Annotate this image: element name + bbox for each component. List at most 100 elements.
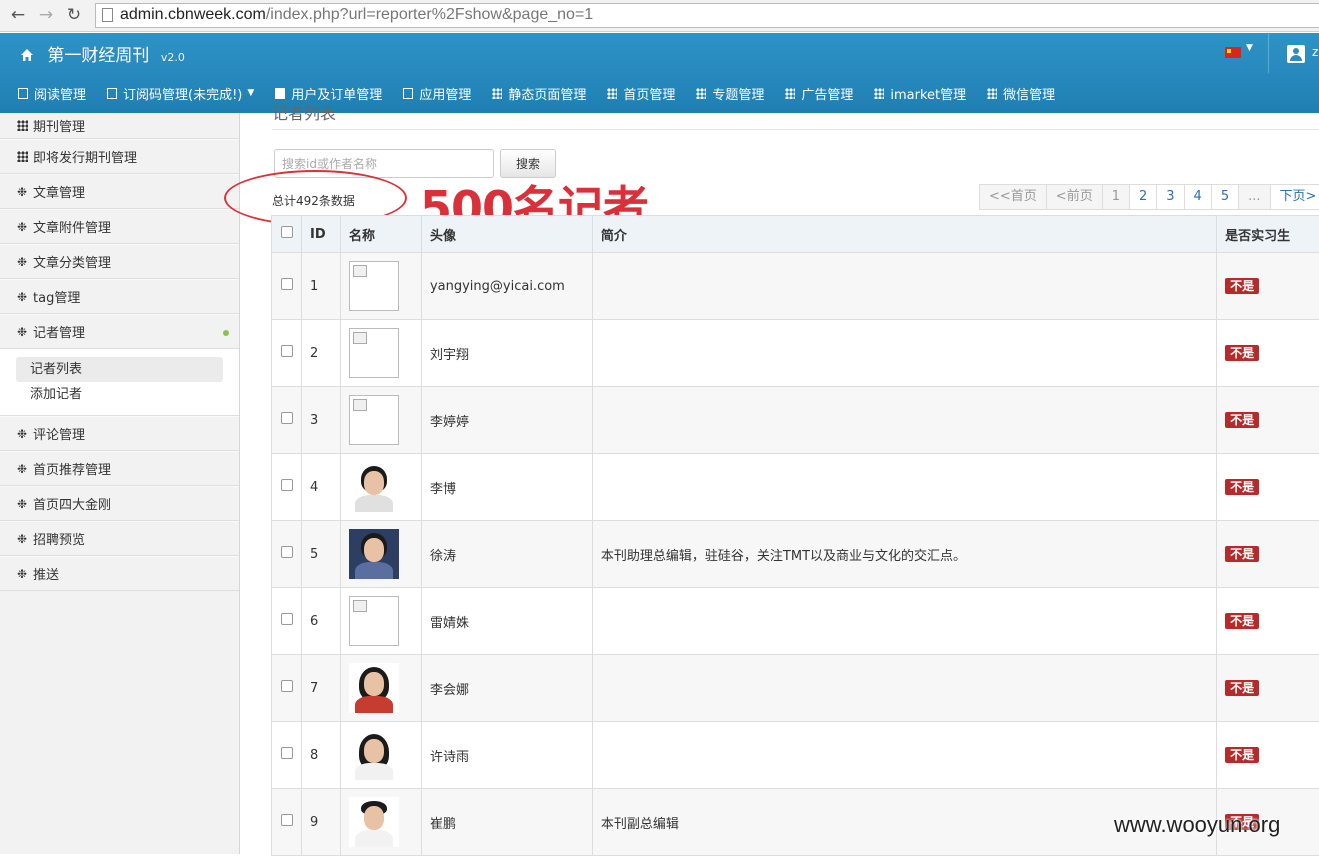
intern-badge: 不是 bbox=[1225, 479, 1259, 495]
sidebar-item-articles[interactable]: ❉文章管理 bbox=[0, 174, 239, 209]
cell-intro bbox=[592, 253, 1216, 320]
sidebar-item-home-recommend[interactable]: ❉首页推荐管理 bbox=[0, 451, 239, 486]
back-arrow-icon[interactable]: ← bbox=[8, 5, 28, 25]
cell-name: 李博 bbox=[421, 454, 592, 521]
address-bar[interactable]: admin.cbnweek.com/index.php?url=reporter… bbox=[95, 3, 1319, 28]
sidebar-item-push[interactable]: ❉推送 bbox=[0, 556, 239, 591]
row-checkbox[interactable] bbox=[281, 814, 293, 826]
cell-id: 1 bbox=[302, 253, 341, 320]
cell-name: 许诗雨 bbox=[421, 722, 592, 789]
page-2[interactable]: 2 bbox=[1129, 184, 1157, 210]
cell-id: 5 bbox=[302, 521, 341, 588]
reporters-table: ID 名称 头像 简介 是否实习生 1 yangying@yicai.com 不… bbox=[271, 215, 1319, 856]
cell-id: 6 bbox=[302, 588, 341, 655]
gear-icon: ❉ bbox=[16, 463, 28, 475]
cell-id: 2 bbox=[302, 320, 341, 387]
user-name[interactable]: z bbox=[1312, 45, 1318, 59]
submenu-item-add-reporter[interactable]: 添加记者 bbox=[16, 382, 223, 407]
doc-icon bbox=[403, 88, 413, 99]
row-checkbox[interactable] bbox=[281, 345, 293, 357]
caret-down-icon: ▼ bbox=[247, 88, 254, 98]
menu-item-homepage[interactable]: 首页管理 bbox=[607, 82, 675, 104]
menu-item-topics[interactable]: 专题管理 bbox=[696, 82, 764, 104]
gear-icon: ❉ bbox=[16, 428, 28, 440]
main-menu: 阅读管理 订阅码管理(未完成!)▼ 用户及订单管理 应用管理 静态页面管理 首页… bbox=[18, 82, 1076, 104]
row-checkbox[interactable] bbox=[281, 546, 293, 558]
sidebar-item-tags[interactable]: ❉tag管理 bbox=[0, 279, 239, 314]
sidebar-item-home-four[interactable]: ❉首页四大金刚 bbox=[0, 486, 239, 521]
row-checkbox[interactable] bbox=[281, 747, 293, 759]
menu-item-subscription[interactable]: 订阅码管理(未完成!)▼ bbox=[107, 82, 254, 104]
page-4[interactable]: 4 bbox=[1184, 184, 1212, 210]
cell-id: 3 bbox=[302, 387, 341, 454]
intern-badge: 不是 bbox=[1225, 345, 1259, 361]
cell-intro bbox=[592, 320, 1216, 387]
intern-badge: 不是 bbox=[1225, 278, 1259, 294]
menu-item-imarket[interactable]: imarket管理 bbox=[874, 82, 966, 104]
grid-icon bbox=[874, 88, 884, 99]
watermark: www.wooyun.org bbox=[1114, 812, 1280, 838]
sidebar-item-upcoming-journals[interactable]: 即将发行期刊管理 bbox=[0, 139, 239, 174]
language-flag-icon[interactable] bbox=[1225, 47, 1241, 58]
table-row: 1 yangying@yicai.com 不是 bbox=[272, 253, 1319, 320]
doc-icon bbox=[275, 88, 285, 99]
gear-icon: ❉ bbox=[16, 533, 28, 545]
submenu-item-reporter-list[interactable]: 记者列表 bbox=[16, 357, 223, 382]
cell-name: 李会娜 bbox=[421, 655, 592, 722]
page-prev[interactable]: <前页 bbox=[1046, 184, 1103, 210]
menu-item-reading[interactable]: 阅读管理 bbox=[18, 82, 86, 104]
sidebar-item-article-categories[interactable]: ❉文章分类管理 bbox=[0, 244, 239, 279]
cell-intro: 本刊助理总编辑，驻硅谷，关注TMT以及商业与文化的交汇点。 bbox=[592, 521, 1216, 588]
sidebar-item-journals[interactable]: 期刊管理 bbox=[0, 113, 239, 139]
reload-icon[interactable]: ↻ bbox=[64, 5, 84, 25]
cell-id: 7 bbox=[302, 655, 341, 722]
table-row: 4 李博 不是 bbox=[272, 454, 1319, 521]
cell-intro bbox=[592, 454, 1216, 521]
row-checkbox[interactable] bbox=[281, 479, 293, 491]
caret-down-icon[interactable]: ▼ bbox=[1246, 43, 1253, 53]
doc-icon bbox=[18, 88, 28, 99]
intern-badge: 不是 bbox=[1225, 412, 1259, 428]
avatar-image bbox=[349, 395, 399, 445]
table-header-row: ID 名称 头像 简介 是否实习生 bbox=[272, 216, 1319, 253]
page-first[interactable]: <<首页 bbox=[979, 184, 1047, 210]
page-ellipsis: ... bbox=[1238, 184, 1270, 210]
table-row: 2 刘宇翔 不是 bbox=[272, 320, 1319, 387]
brand-link[interactable]: 第一财经周刊 v2.0 bbox=[20, 41, 185, 66]
row-checkbox[interactable] bbox=[281, 613, 293, 625]
row-checkbox[interactable] bbox=[281, 278, 293, 290]
select-all-checkbox[interactable] bbox=[281, 226, 293, 238]
sidebar-item-recruitment-preview[interactable]: ❉招聘预览 bbox=[0, 521, 239, 556]
menu-item-apps[interactable]: 应用管理 bbox=[403, 82, 471, 104]
sidebar-item-reporters[interactable]: ❉记者管理 bbox=[0, 314, 239, 349]
cell-name: 雷婧姝 bbox=[421, 588, 592, 655]
intern-badge: 不是 bbox=[1225, 747, 1259, 763]
user-icon[interactable] bbox=[1287, 45, 1305, 63]
menu-item-ads[interactable]: 广告管理 bbox=[785, 82, 853, 104]
sidebar-item-article-attachments[interactable]: ❉文章附件管理 bbox=[0, 209, 239, 244]
forward-arrow-icon[interactable]: → bbox=[36, 5, 56, 25]
grid-icon bbox=[696, 88, 706, 99]
grid-icon bbox=[17, 151, 28, 162]
intern-badge: 不是 bbox=[1225, 680, 1259, 696]
avatar-photo bbox=[349, 730, 399, 780]
page-1[interactable]: 1 bbox=[1102, 184, 1130, 210]
row-checkbox[interactable] bbox=[281, 412, 293, 424]
menu-item-wechat[interactable]: 微信管理 bbox=[987, 82, 1055, 104]
table-row: 6 雷婧姝 不是 bbox=[272, 588, 1319, 655]
page-next[interactable]: 下页> bbox=[1270, 184, 1319, 210]
sidebar-item-comments[interactable]: ❉评论管理 bbox=[0, 416, 239, 451]
intern-badge: 不是 bbox=[1225, 546, 1259, 562]
cell-name: 崔鹏 bbox=[421, 789, 592, 856]
column-header: 简介 bbox=[592, 216, 1216, 253]
avatar-image bbox=[349, 261, 399, 311]
page-title: 记者列表 bbox=[272, 100, 336, 124]
intern-badge: 不是 bbox=[1225, 613, 1259, 629]
row-checkbox[interactable] bbox=[281, 680, 293, 692]
menu-item-static-pages[interactable]: 静态页面管理 bbox=[492, 82, 586, 104]
page-5[interactable]: 5 bbox=[1211, 184, 1239, 210]
gear-icon: ❉ bbox=[16, 221, 28, 233]
cell-intro bbox=[592, 387, 1216, 454]
browser-toolbar: ← → ↻ admin.cbnweek.com/index.php?url=re… bbox=[0, 0, 1319, 32]
page-3[interactable]: 3 bbox=[1156, 184, 1184, 210]
